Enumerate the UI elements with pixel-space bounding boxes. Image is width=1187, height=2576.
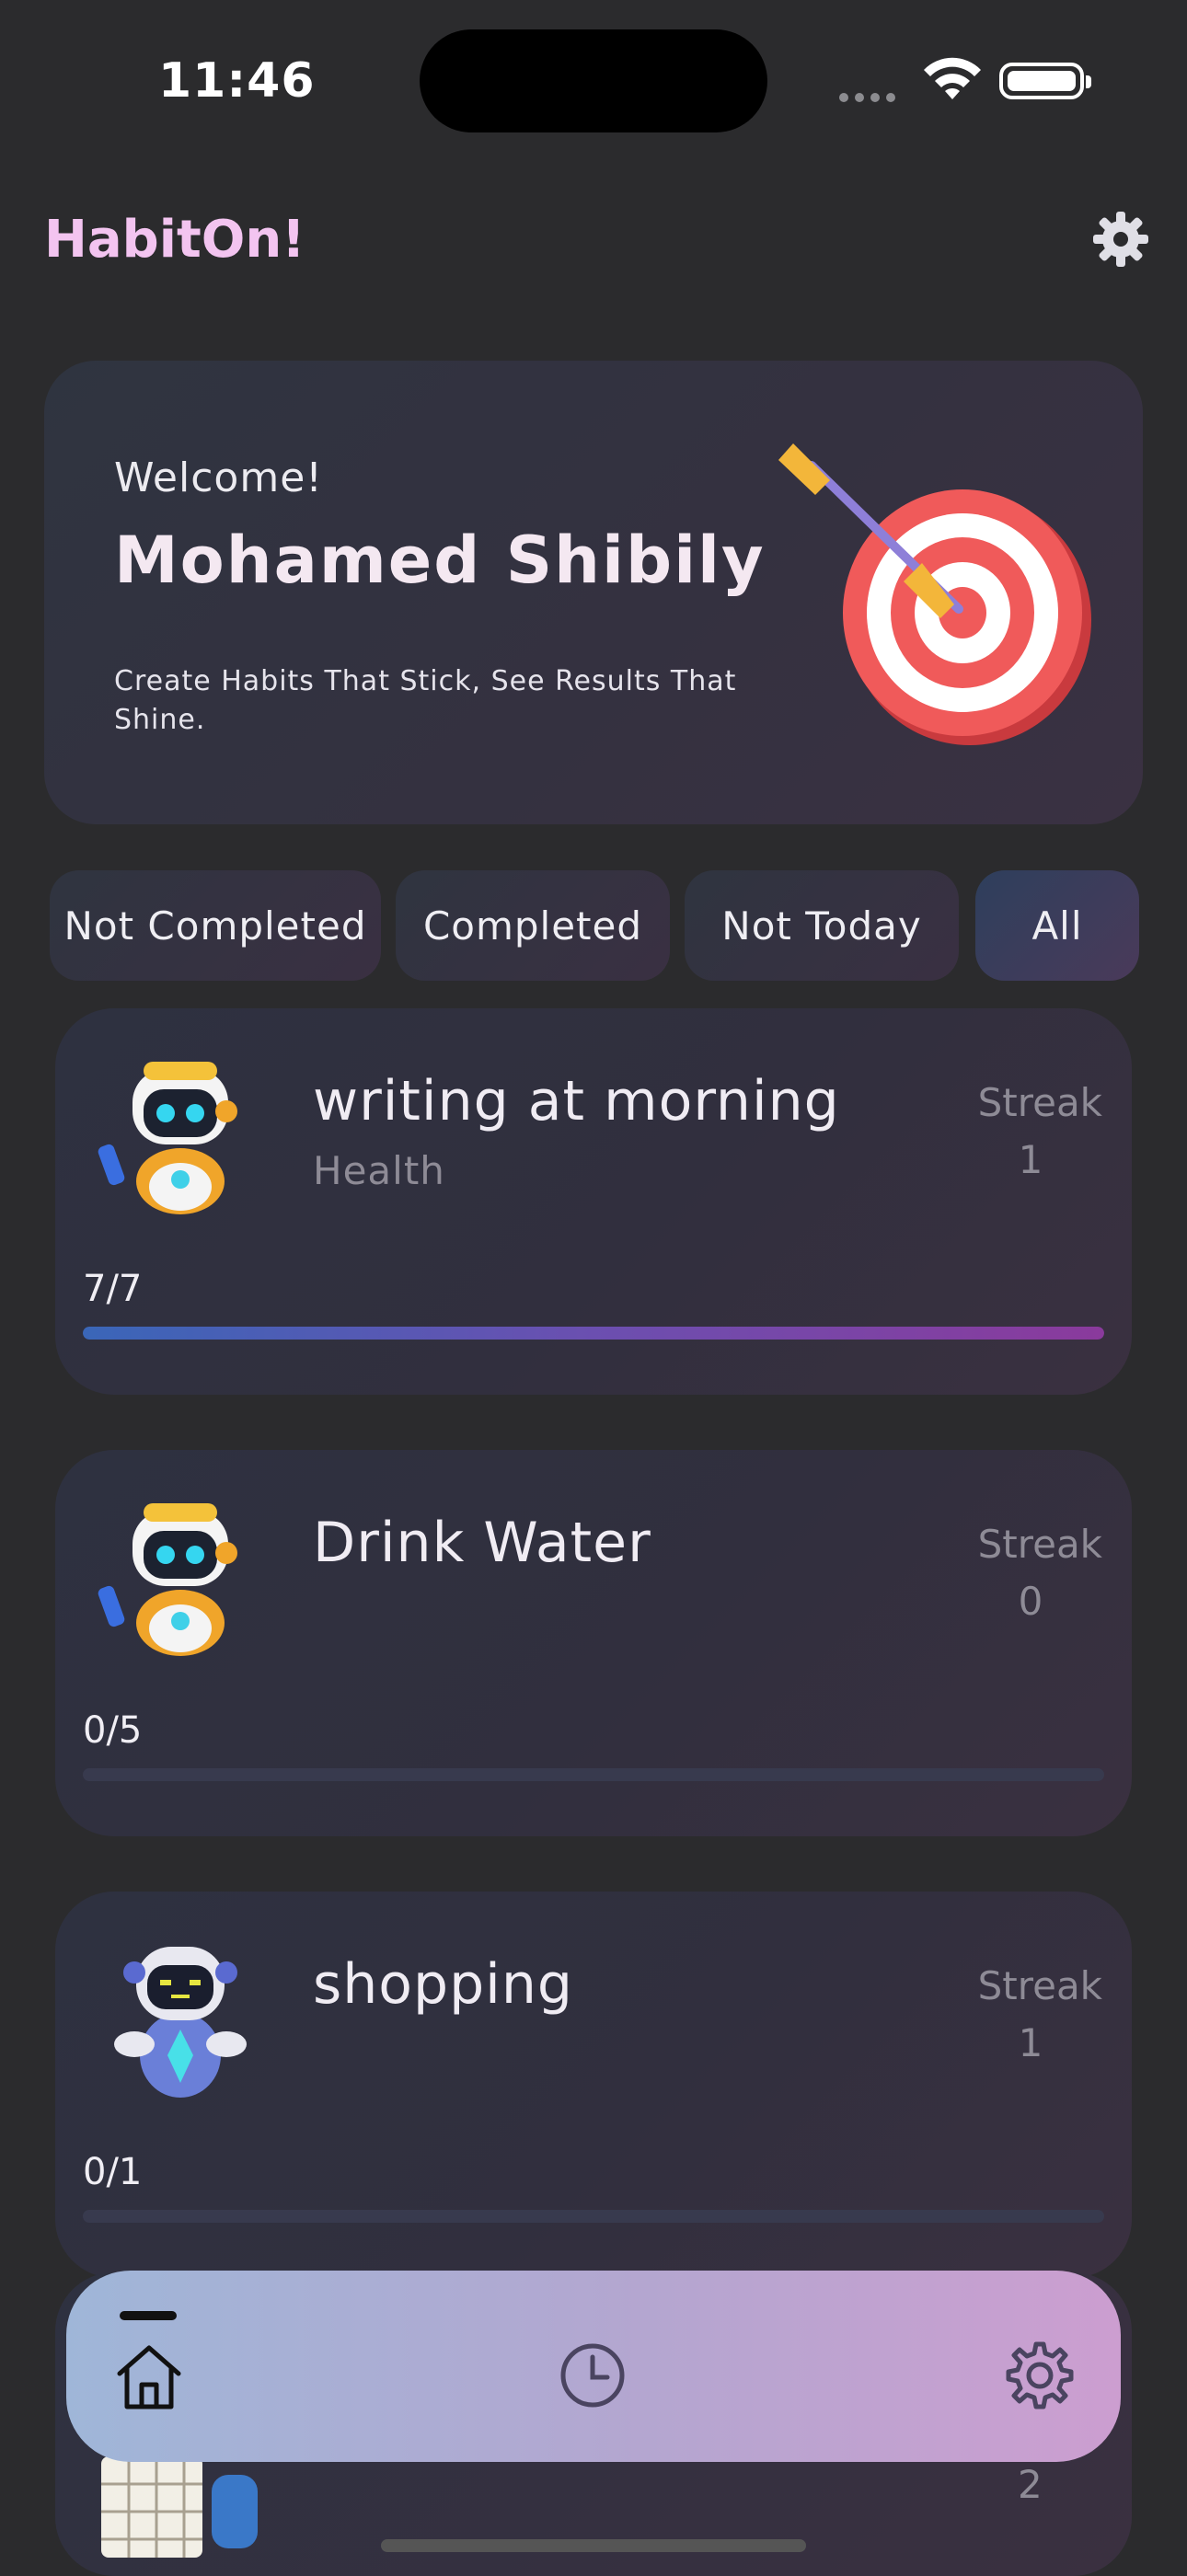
streak-value: 2 bbox=[1018, 2462, 1043, 2507]
streak-value: 1 bbox=[1018, 1137, 1043, 1182]
streak-label: Streak bbox=[977, 1963, 1102, 2008]
streak-label: Streak bbox=[977, 1080, 1102, 1125]
home-icon[interactable] bbox=[110, 2337, 188, 2414]
filter-completed[interactable]: Completed bbox=[396, 870, 670, 981]
streak-value: 0 bbox=[1018, 1579, 1043, 1624]
history-clock-icon[interactable] bbox=[554, 2337, 631, 2414]
robot-avatar-icon bbox=[114, 1947, 247, 2098]
habit-name: shopping bbox=[313, 1952, 573, 2017]
dynamic-island bbox=[420, 29, 767, 132]
wifi-icon bbox=[924, 57, 981, 99]
habit-category: Health bbox=[313, 1148, 445, 1193]
app-title: HabitOn! bbox=[44, 210, 305, 270]
settings-gear-icon[interactable] bbox=[1001, 2337, 1078, 2414]
settings-gear-icon[interactable] bbox=[1091, 210, 1150, 269]
robot-avatar-icon bbox=[98, 1062, 237, 1214]
cellular-signal-icon bbox=[839, 88, 904, 102]
filter-not-completed[interactable]: Not Completed bbox=[50, 870, 381, 981]
welcome-label: Welcome! bbox=[114, 454, 323, 501]
filter-all[interactable]: All bbox=[975, 870, 1139, 981]
welcome-card: Welcome! Mohamed Shibily Create Habits T… bbox=[44, 361, 1143, 824]
status-time: 11:46 bbox=[158, 53, 316, 109]
streak-value: 1 bbox=[1018, 2020, 1043, 2065]
habit-card[interactable]: writing at morning Health Streak 1 7/7 bbox=[55, 1008, 1132, 1395]
user-name: Mohamed Shibily bbox=[114, 523, 766, 598]
progress-text: 7/7 bbox=[83, 1268, 143, 1310]
progress-bar bbox=[83, 2210, 1104, 2223]
progress-bar bbox=[83, 1768, 1104, 1781]
habit-name: Drink Water bbox=[313, 1511, 651, 1575]
target-arrow-icon bbox=[778, 443, 1091, 745]
welcome-subtitle: Create Habits That Stick, See Results Th… bbox=[114, 665, 737, 736]
streak-label: Streak bbox=[977, 1522, 1102, 1567]
habit-name: writing at morning bbox=[313, 1069, 840, 1133]
habit-card[interactable]: shopping Streak 1 0/1 bbox=[55, 1892, 1132, 2278]
filter-not-today[interactable]: Not Today bbox=[685, 870, 959, 981]
active-tab-indicator bbox=[120, 2311, 177, 2320]
calendar-robot-icon bbox=[101, 2456, 258, 2558]
battery-icon bbox=[999, 63, 1091, 99]
habit-card[interactable]: Drink Water Streak 0 0/5 bbox=[55, 1450, 1132, 1836]
bottom-navigation bbox=[66, 2271, 1121, 2462]
progress-text: 0/5 bbox=[83, 1709, 143, 1752]
robot-avatar-icon bbox=[98, 1503, 237, 1656]
progress-bar bbox=[83, 1327, 1104, 1340]
home-indicator bbox=[381, 2539, 806, 2552]
progress-text: 0/1 bbox=[83, 2151, 143, 2193]
